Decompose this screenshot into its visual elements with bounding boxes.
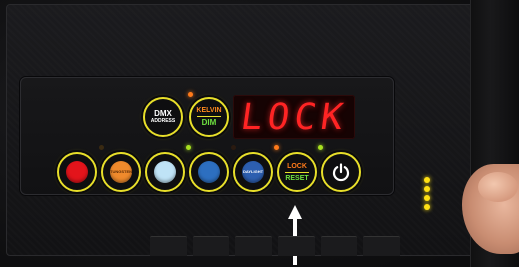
daylight-swatch: DAYLIGHT: [242, 161, 264, 183]
blue-swatch: [198, 161, 220, 183]
daylight-button[interactable]: DAYLIGHT: [233, 152, 273, 192]
battery-indicator-dot: [424, 177, 430, 183]
address-label: ADDRESS: [150, 118, 176, 124]
power-icon: [332, 163, 350, 182]
dim-label: DIM: [201, 118, 217, 127]
blue-button[interactable]: [189, 152, 229, 192]
lock-label: LOCK: [287, 162, 307, 170]
tungsten-indicator-light: [99, 145, 104, 150]
lock-reset-button[interactable]: LOCK RESET: [277, 152, 317, 192]
power-button[interactable]: [321, 152, 361, 192]
light-blue-swatch: [154, 161, 176, 183]
kelvin-indicator-light: [188, 92, 193, 97]
photo: DMX ADDRESS KELVIN DIM LOCK TUNGSTEN DAY…: [0, 0, 519, 267]
red-swatch: [66, 161, 88, 183]
bottom-vents: [150, 236, 401, 256]
kelvin-dim-button[interactable]: KELVIN DIM: [189, 97, 229, 137]
led-display: LOCK: [233, 95, 355, 139]
pointer-arrow: [288, 205, 302, 265]
daylight-indicator-light: [231, 145, 236, 150]
blue-indicator-light: [186, 145, 191, 150]
daylight-label: DAYLIGHT: [242, 169, 264, 174]
display-text: LOCK: [237, 96, 351, 138]
tungsten-label: TUNGSTEN: [110, 169, 132, 174]
orange-swatch: TUNGSTEN: [110, 161, 132, 183]
power-indicator-light: [318, 145, 323, 150]
light-blue-button[interactable]: [145, 152, 185, 192]
battery-indicator-dot: [424, 204, 430, 210]
lock-indicator-light: [274, 145, 279, 150]
label-divider: [285, 171, 309, 173]
kelvin-label: KELVIN: [196, 107, 222, 114]
dmx-label: DMX: [154, 109, 172, 118]
battery-indicator-dot: [424, 195, 430, 201]
finger: [478, 172, 518, 202]
red-color-button[interactable]: [57, 152, 97, 192]
battery-indicator-dot: [424, 186, 430, 192]
tungsten-button[interactable]: TUNGSTEN: [101, 152, 141, 192]
battery-indicator: [424, 177, 430, 213]
label-divider: [197, 116, 221, 117]
reset-label: RESET: [285, 174, 309, 182]
dmx-address-button[interactable]: DMX ADDRESS: [143, 97, 183, 137]
